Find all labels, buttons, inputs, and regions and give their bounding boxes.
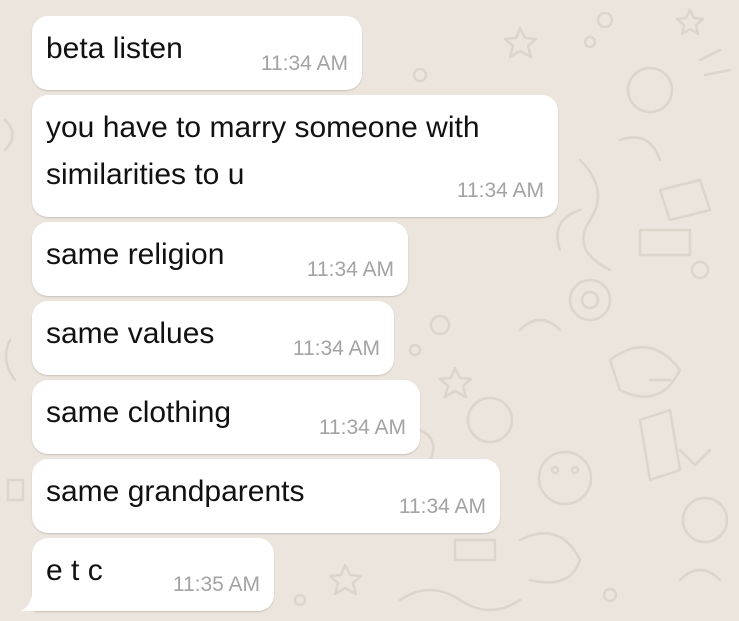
message-bubble[interactable]: e t c 11:35 AM bbox=[20, 538, 274, 611]
message-bubble[interactable]: same clothing 11:34 AM bbox=[32, 380, 420, 454]
message-timestamp: 11:34 AM bbox=[318, 416, 406, 439]
message-text: same grandparents bbox=[46, 475, 305, 508]
message-timestamp: 11:34 AM bbox=[292, 337, 380, 360]
message-text: e t c bbox=[46, 554, 103, 587]
message-bubble[interactable]: same grandparents 11:34 AM bbox=[32, 459, 500, 533]
message-timestamp: 11:34 AM bbox=[456, 179, 544, 202]
message-bubble[interactable]: beta listen 11:34 AM bbox=[32, 16, 362, 90]
message-timestamp: 11:34 AM bbox=[398, 495, 486, 518]
message-timestamp: 11:34 AM bbox=[306, 258, 394, 281]
message-bubble[interactable]: same religion 11:34 AM bbox=[32, 222, 408, 296]
message-bubble[interactable]: you have to marry someone with similarit… bbox=[32, 95, 558, 217]
message-text: beta listen bbox=[46, 32, 183, 65]
message-timestamp: 11:35 AM bbox=[172, 573, 260, 596]
message-timestamp: 11:34 AM bbox=[260, 52, 348, 75]
message-text: same values bbox=[46, 317, 215, 350]
message-text: same religion bbox=[46, 238, 225, 271]
message-list: beta listen 11:34 AM you have to marry s… bbox=[0, 0, 739, 621]
message-text: you have to marry someone with similarit… bbox=[46, 111, 480, 191]
message-text: same clothing bbox=[46, 396, 232, 429]
message-bubble[interactable]: same values 11:34 AM bbox=[32, 301, 394, 375]
bubble-tail-icon bbox=[20, 595, 38, 611]
